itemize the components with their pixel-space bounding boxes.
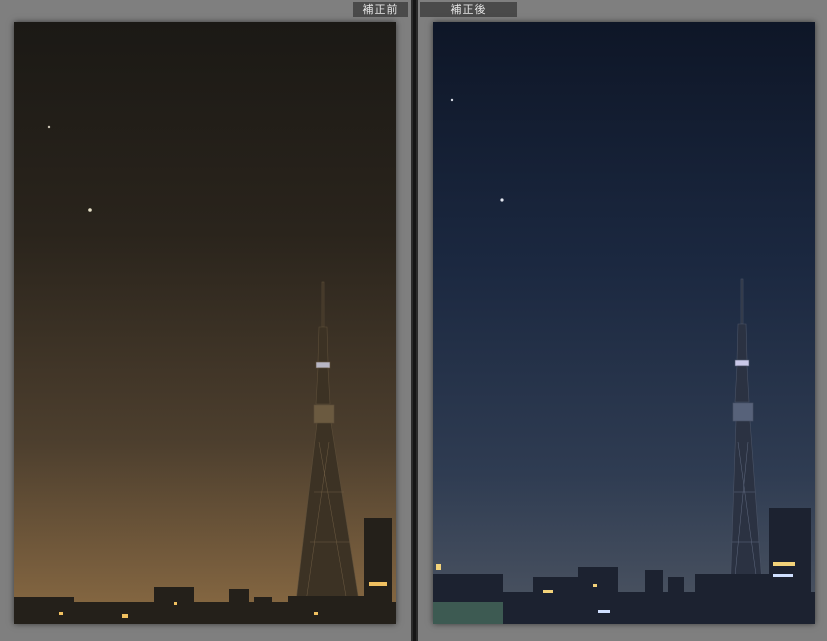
compare-divider[interactable] — [411, 0, 418, 641]
before-label: 補正前 — [353, 2, 408, 17]
after-label: 補正後 — [420, 2, 517, 17]
after-panel: 補正後 — [418, 0, 827, 641]
before-panel: 補正前 — [0, 0, 411, 641]
before-photo — [14, 22, 396, 624]
after-photo — [433, 22, 815, 624]
